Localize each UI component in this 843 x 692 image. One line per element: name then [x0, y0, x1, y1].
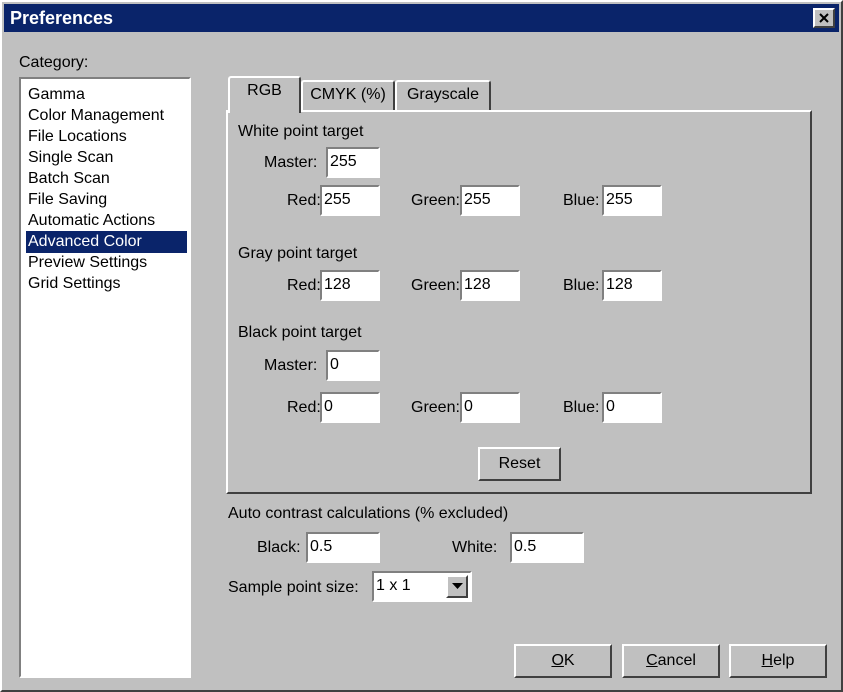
white-red-label: Red:: [287, 192, 321, 209]
category-item-preview-settings[interactable]: Preview Settings: [26, 252, 187, 274]
white-master-label: Master:: [264, 154, 318, 171]
ok-label: K: [563, 652, 575, 669]
white-point-heading: White point target: [238, 123, 364, 140]
window-title: Preferences: [10, 8, 114, 28]
sample-point-label: Sample point size:: [228, 579, 359, 596]
auto-white-label: White:: [452, 539, 498, 556]
tab-cmyk[interactable]: CMYK (%): [301, 80, 395, 111]
category-item-grid-settings[interactable]: Grid Settings: [26, 273, 187, 295]
ok-button[interactable]: OK: [514, 644, 612, 678]
tab-rgb[interactable]: RGB: [228, 76, 301, 113]
cancel-button[interactable]: Cancel: [622, 644, 720, 678]
gray-red-label: Red:: [287, 277, 321, 294]
white-green-label: Green:: [411, 192, 460, 209]
category-item-file-saving[interactable]: File Saving: [26, 189, 187, 211]
auto-white-input[interactable]: 0.5: [510, 532, 584, 563]
preferences-dialog: Preferences Category: Gamma Color Manage…: [0, 0, 843, 692]
category-list[interactable]: Gamma Color Management File Locations Si…: [19, 77, 191, 678]
white-red-input[interactable]: 255: [320, 185, 380, 216]
black-green-input[interactable]: 0: [460, 392, 520, 423]
help-button[interactable]: Help: [729, 644, 827, 678]
help-label: elp: [773, 652, 795, 669]
black-master-input[interactable]: 0: [326, 350, 380, 381]
category-item-gamma[interactable]: Gamma: [26, 84, 187, 106]
sample-point-dropdown-button[interactable]: [446, 575, 468, 598]
close-icon: [819, 13, 829, 23]
category-item-advanced-color[interactable]: Advanced Color: [26, 231, 187, 253]
category-item-color-management[interactable]: Color Management: [26, 105, 187, 127]
auto-black-label: Black:: [257, 539, 301, 556]
white-blue-label: Blue:: [563, 192, 600, 209]
gray-point-heading: Gray point target: [238, 245, 358, 262]
white-blue-input[interactable]: 255: [602, 185, 662, 216]
category-item-automatic-actions[interactable]: Automatic Actions: [26, 210, 187, 232]
black-blue-label: Blue:: [563, 399, 600, 416]
gray-blue-input[interactable]: 128: [602, 270, 662, 301]
sample-point-value: 1 x 1: [376, 577, 411, 594]
white-master-input[interactable]: 255: [326, 147, 380, 178]
gray-red-input[interactable]: 128: [320, 270, 380, 301]
category-item-file-locations[interactable]: File Locations: [26, 126, 187, 148]
tab-grayscale[interactable]: Grayscale: [395, 80, 491, 111]
title-bar[interactable]: Preferences: [4, 4, 839, 32]
ok-accelerator: O: [551, 652, 564, 669]
auto-black-input[interactable]: 0.5: [306, 532, 380, 563]
reset-button[interactable]: Reset: [478, 447, 561, 481]
white-green-input[interactable]: 255: [460, 185, 520, 216]
gray-green-input[interactable]: 128: [460, 270, 520, 301]
black-point-heading: Black point target: [238, 324, 362, 341]
gray-green-label: Green:: [411, 277, 460, 294]
black-red-input[interactable]: 0: [320, 392, 380, 423]
auto-contrast-heading: Auto contrast calculations (% excluded): [228, 505, 509, 522]
gray-blue-label: Blue:: [563, 277, 600, 294]
cancel-label: ancel: [657, 652, 696, 669]
sample-point-select[interactable]: 1 x 1: [372, 571, 472, 602]
chevron-down-icon: [452, 583, 463, 589]
category-item-batch-scan[interactable]: Batch Scan: [26, 168, 187, 190]
help-accelerator: H: [761, 652, 774, 669]
category-label: Category:: [19, 54, 89, 71]
black-master-label: Master:: [264, 357, 318, 374]
black-blue-input[interactable]: 0: [602, 392, 662, 423]
cancel-accelerator: C: [646, 652, 658, 669]
close-button[interactable]: [813, 8, 835, 28]
black-red-label: Red:: [287, 399, 321, 416]
black-green-label: Green:: [411, 399, 460, 416]
category-item-single-scan[interactable]: Single Scan: [26, 147, 187, 169]
